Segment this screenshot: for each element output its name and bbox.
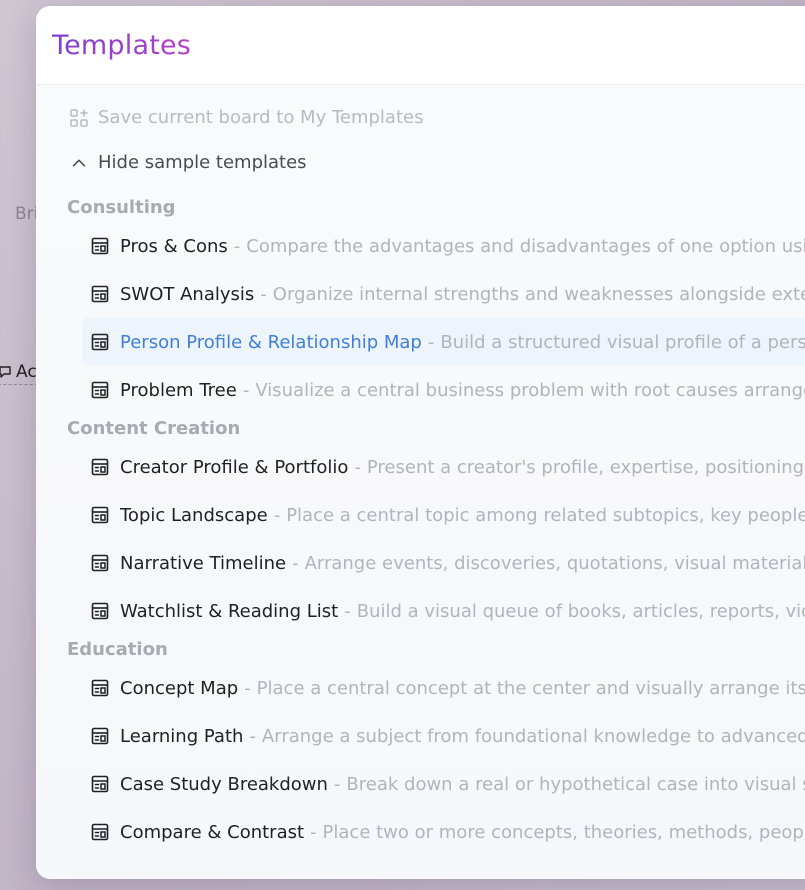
template-description: Arrange events, discoveries, quotations,… — [304, 552, 805, 574]
template-item[interactable]: Narrative Timeline - Arrange events, disco… — [54, 539, 805, 587]
template-name: SWOT Analysis — [120, 283, 255, 305]
template-layout-icon — [91, 237, 109, 255]
hide-sample-templates-label: Hide sample templates — [98, 152, 307, 173]
template-item[interactable]: Case Study Breakdown - Break down a real o… — [54, 760, 805, 808]
save-to-my-templates-button[interactable]: Save current board to My Templates — [54, 95, 805, 140]
template-name: Case Study Breakdown — [120, 773, 328, 795]
template-layout-icon — [91, 775, 109, 793]
background-text-fragment: Bri — [15, 204, 39, 224]
template-layout-icon — [91, 458, 109, 476]
template-description: Arrange a subject from foundational know… — [261, 725, 805, 747]
template-layout-icon — [91, 381, 109, 399]
template-name: Watchlist & Reading List — [120, 600, 339, 622]
template-separator: - — [292, 552, 299, 574]
template-layout-icon — [91, 602, 109, 620]
hide-sample-templates-toggle[interactable]: Hide sample templates — [54, 140, 805, 185]
template-separator: - — [242, 379, 250, 401]
template-name: Pros & Cons — [120, 235, 228, 257]
template-layout-icon — [91, 554, 109, 572]
template-layout-icon — [91, 727, 109, 745]
template-separator: - — [344, 600, 351, 622]
template-item[interactable]: Topic Landscape - Place a central topic am… — [54, 491, 805, 539]
template-name: Narrative Timeline — [120, 552, 287, 574]
template-description: Compare the advantages and disadvantages… — [246, 235, 805, 257]
template-separator: - — [273, 504, 281, 526]
template-item[interactable]: Pros & Cons - Compare the advantages and d… — [54, 222, 805, 270]
template-separator: - — [244, 677, 251, 699]
template-sections: Consulting Pros & Cons - Compare the advan… — [54, 193, 805, 856]
background-comment-item[interactable]: Ac — [0, 362, 38, 385]
modal-body: Save current board to My Templates Hide … — [36, 85, 805, 879]
template-item[interactable]: Problem Tree - Visualize a central busines… — [54, 366, 805, 414]
template-item[interactable]: SWOT Analysis - Organize internal strength… — [54, 270, 805, 318]
template-description: Organize internal strengths and weakness… — [272, 283, 805, 305]
template-name: Person Profile & Relationship Map — [120, 331, 422, 353]
template-layout-icon — [91, 506, 109, 524]
template-separator: - — [249, 725, 256, 747]
template-item[interactable]: Compare & Contrast - Place two or more con… — [54, 808, 805, 856]
template-name: Problem Tree — [120, 379, 237, 401]
save-to-my-templates-label: Save current board to My Templates — [98, 107, 424, 128]
modal-header: Templates — [36, 6, 805, 85]
template-separator: - — [310, 821, 317, 843]
template-list: Creator Profile & Portfolio - Present a cr… — [54, 443, 805, 635]
template-description: Place a central topic among related subt… — [286, 504, 805, 526]
template-list: Concept Map - Place a central concept at t… — [54, 664, 805, 856]
template-separator: - — [427, 331, 435, 353]
template-separator: - — [260, 283, 267, 305]
template-item[interactable]: Creator Profile & Portfolio - Present a cr… — [54, 443, 805, 491]
modal-title: Templates — [52, 29, 192, 61]
template-layout-icon — [91, 285, 109, 303]
template-layout-icon — [91, 333, 109, 351]
template-name: Topic Landscape — [120, 504, 268, 526]
comment-icon — [0, 366, 11, 378]
template-description: Place two or more concepts, theories, me… — [322, 821, 805, 843]
template-description: Present a creator's profile, expertise, … — [366, 456, 805, 478]
template-separator: - — [333, 773, 341, 795]
template-layout-icon — [91, 679, 109, 697]
templates-modal: Templates Save current board to My Templ… — [36, 6, 805, 879]
template-description: Visualize a central business problem wit… — [255, 379, 805, 401]
template-description: Build a structured visual profile of a p… — [440, 331, 805, 353]
chevron-up-icon — [68, 152, 90, 174]
template-description: Build a visual queue of books, articles,… — [356, 600, 805, 622]
section-title: Consulting — [67, 197, 176, 218]
add-to-grid-icon — [68, 107, 90, 129]
template-item[interactable]: Person Profile & Relationship Map - Build … — [82, 318, 805, 366]
template-item[interactable]: Concept Map - Place a central concept at t… — [54, 664, 805, 712]
background-comment-label: Ac — [16, 362, 37, 382]
template-list: Pros & Cons - Compare the advantages and d… — [54, 222, 805, 414]
template-description: Place a central concept at the center an… — [256, 677, 805, 699]
template-item[interactable]: Learning Path - Arrange a subject from fou… — [54, 712, 805, 760]
template-name: Compare & Contrast — [120, 821, 305, 843]
template-layout-icon — [91, 823, 109, 841]
template-separator: - — [354, 456, 361, 478]
section-title: Education — [67, 639, 168, 660]
template-description: Break down a real or hypothetical case i… — [346, 773, 805, 795]
template-name: Creator Profile & Portfolio — [120, 456, 349, 478]
template-separator: - — [233, 235, 241, 257]
section-title: Content Creation — [67, 418, 241, 439]
template-name: Learning Path — [120, 725, 244, 747]
template-item[interactable]: Watchlist & Reading List - Build a visual … — [54, 587, 805, 635]
template-name: Concept Map — [120, 677, 239, 699]
